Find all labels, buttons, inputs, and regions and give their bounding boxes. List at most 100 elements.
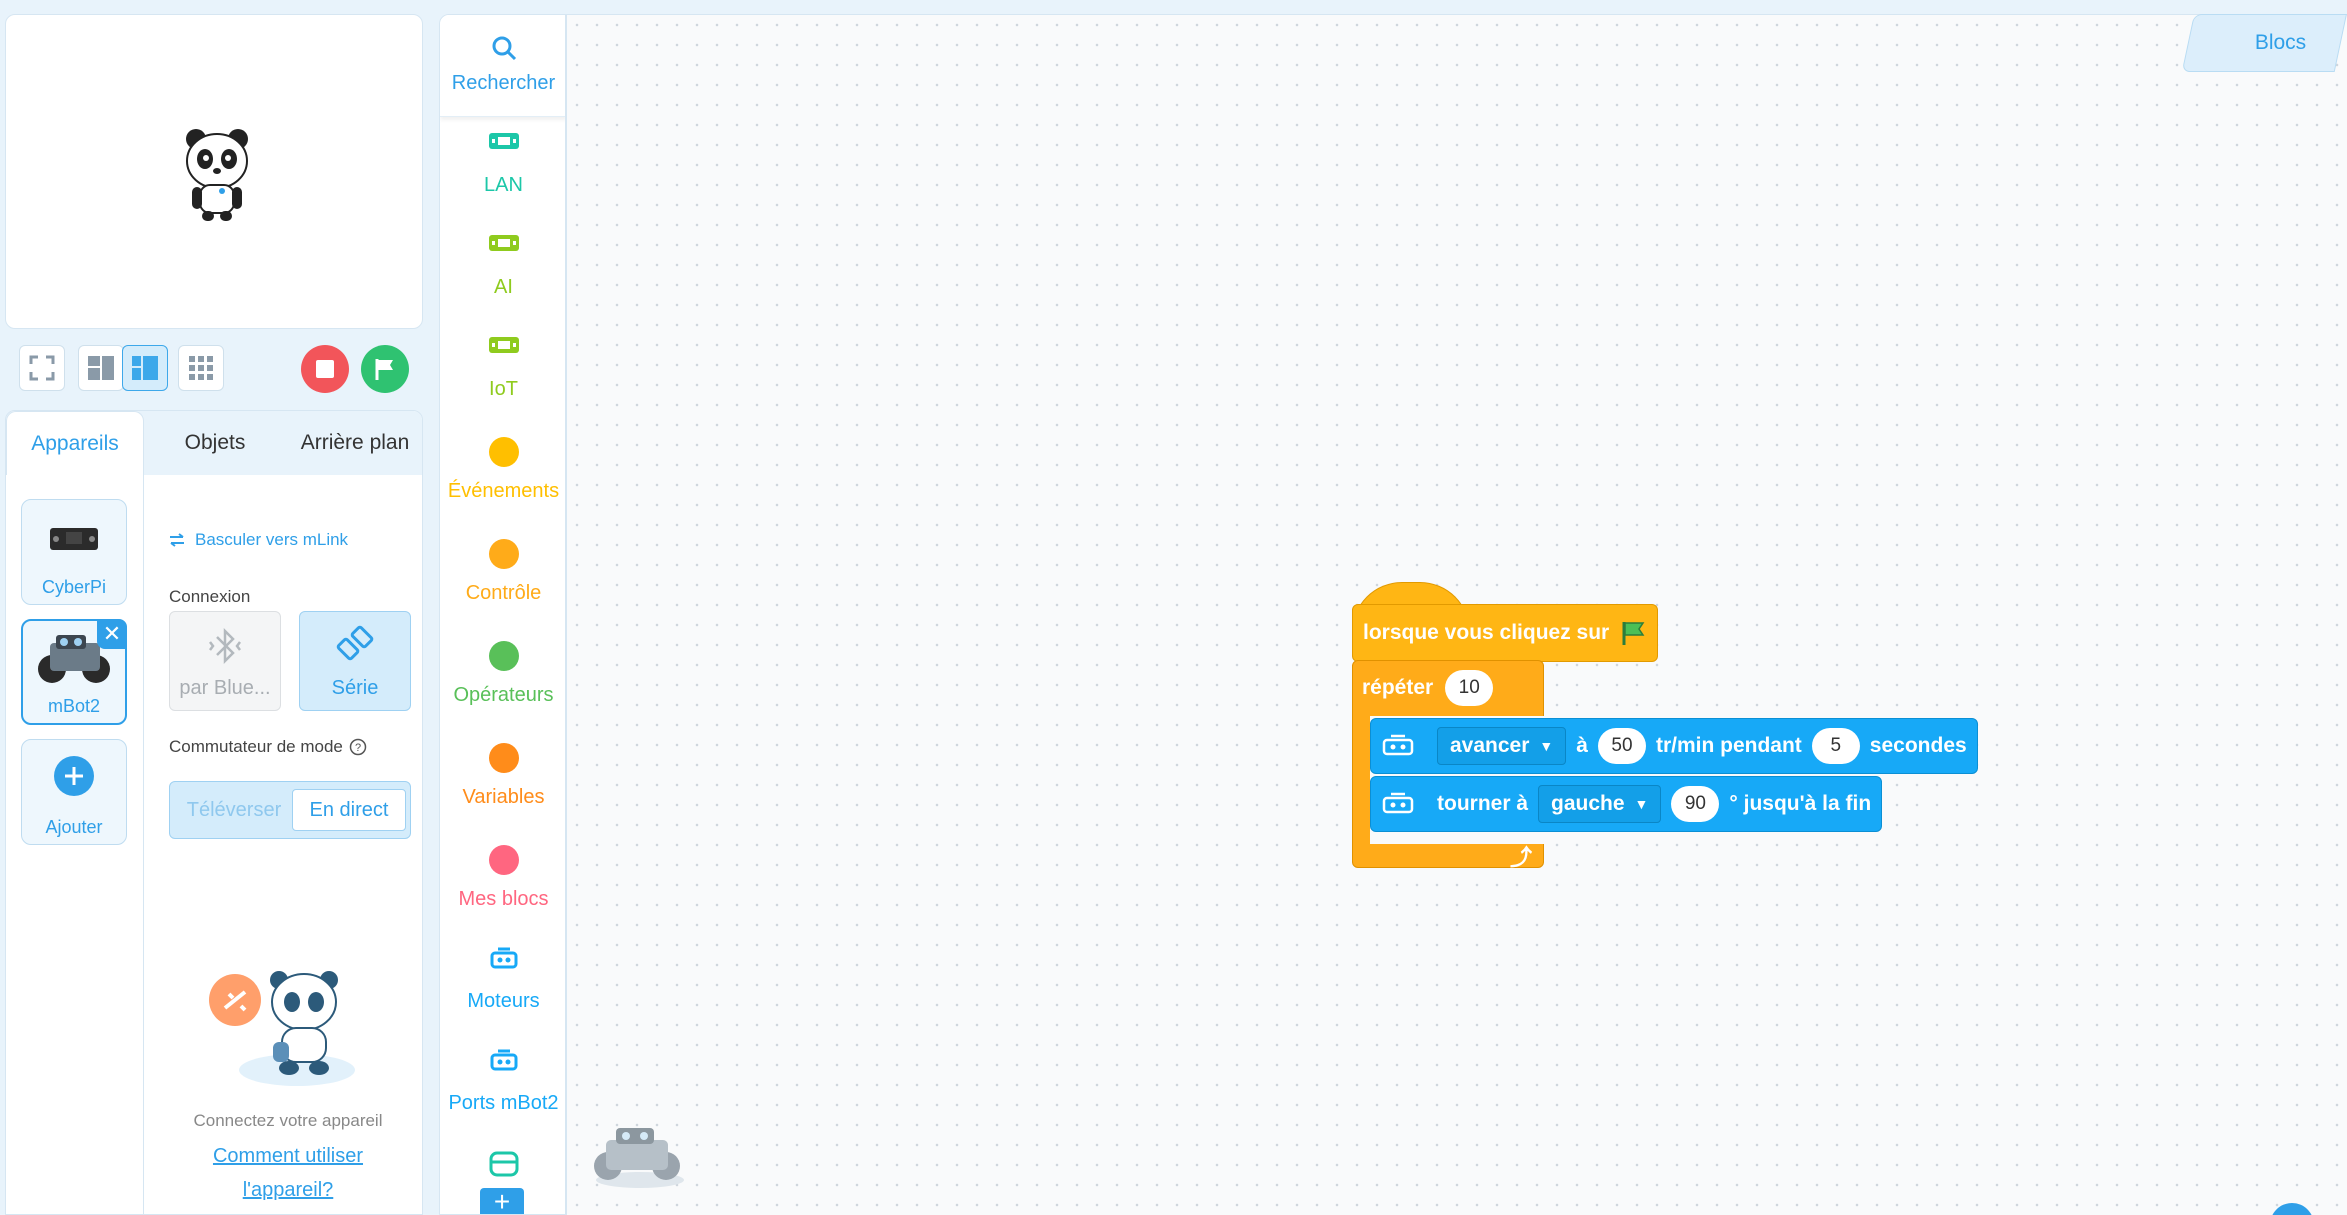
add-extension-button[interactable]: +	[480, 1188, 524, 1214]
serial-label: Série	[331, 677, 379, 699]
green-flag-button[interactable]	[361, 345, 409, 393]
category-motors[interactable]: Moteurs	[440, 933, 565, 1035]
tab-appareils[interactable]: Appareils	[6, 411, 144, 475]
serial-option[interactable]: Série	[299, 611, 411, 711]
layout-grid-icon	[189, 356, 213, 380]
category-mbot2-ports[interactable]: Ports mBot2	[440, 1035, 565, 1137]
switch-mlink-link[interactable]: Basculer vers mLink	[169, 530, 348, 550]
device-info: Basculer vers mLink Connexion par Blue..…	[163, 475, 413, 1214]
category-control[interactable]: Contrôle	[440, 525, 565, 627]
category-ai[interactable]: AI	[440, 219, 565, 321]
category-label: IoT	[489, 378, 518, 400]
howto-line1: Comment utiliser	[212, 1145, 364, 1167]
help-icon[interactable]: ?	[349, 738, 367, 756]
category-label: LAN	[484, 174, 523, 196]
category-label: AI	[494, 276, 513, 298]
switch-mlink-label: Basculer vers mLink	[195, 530, 349, 549]
usb-cable-icon	[336, 625, 374, 661]
layout-grid-button[interactable]	[178, 345, 224, 391]
robot-icon	[1381, 718, 1427, 774]
control-dot-icon	[488, 539, 519, 569]
layout-large-button[interactable]	[122, 345, 168, 391]
ext-lan-icon	[488, 133, 519, 149]
turn-block[interactable]: tourner à gauche ▼ 90 ° jusqu'à la fin	[1370, 776, 1883, 832]
seconds-label: secondes	[1869, 734, 1967, 757]
mbot2-sprite-thumbnail[interactable]	[590, 1120, 690, 1192]
connect-message: Connectez votre appareil	[193, 1111, 383, 1130]
layout-small-icon	[88, 356, 114, 380]
my-blocks-dot-icon	[488, 845, 519, 875]
category-iot[interactable]: IoT	[440, 321, 565, 423]
speed-unit-label: tr/min pendant	[1655, 734, 1802, 757]
category-my-blocks[interactable]: Mes blocs	[440, 831, 565, 933]
remove-device-icon[interactable]: ✕	[97, 619, 127, 649]
when-flag-clicked-block[interactable]: lorsque vous cliquez sur	[1352, 604, 1659, 662]
mode-live[interactable]: En direct	[292, 789, 406, 831]
repeat-count-input[interactable]: 10	[1445, 670, 1494, 706]
category-label: Moteurs	[467, 990, 540, 1012]
device-label: CyberPi	[41, 577, 107, 597]
fullscreen-button[interactable]	[19, 345, 65, 391]
operators-dot-icon	[488, 641, 519, 671]
direction-dropdown[interactable]: avancer ▼	[1437, 727, 1567, 765]
category-label: Variables	[462, 786, 545, 808]
turn-label: tourner à	[1437, 792, 1529, 815]
category-label: Événements	[447, 480, 560, 502]
category-label: Rechercher	[451, 72, 556, 94]
repeat-block[interactable]: répéter 10	[1352, 660, 1503, 716]
ext-ai-icon	[488, 235, 519, 251]
green-flag-icon	[375, 359, 393, 380]
robot-icon	[490, 947, 517, 969]
panel-tabs: Appareils Objets Arrière plan	[6, 411, 422, 475]
ext-iot-icon	[488, 337, 519, 353]
blocs-tab[interactable]: Blocs	[2214, 14, 2347, 72]
device-mbot2[interactable]: ✕ mBot2	[21, 619, 127, 725]
bluetooth-option[interactable]: par Blue...	[169, 611, 281, 711]
layout-large-icon	[132, 356, 158, 380]
repeat-label: répéter	[1362, 676, 1434, 699]
device-add[interactable]: Ajouter	[21, 739, 127, 845]
layout-small-button[interactable]	[78, 345, 124, 391]
stage-toolbar	[19, 344, 419, 396]
mode-title-label: Commutateur de mode	[169, 737, 343, 756]
device-label: mBot2	[47, 696, 101, 716]
turn-direction-dropdown[interactable]: gauche ▼	[1538, 785, 1662, 823]
category-operators[interactable]: Opérateurs	[440, 627, 565, 729]
category-search[interactable]: Rechercher	[440, 15, 565, 117]
direction-value: avancer	[1450, 734, 1530, 757]
howto-line2: l'appareil?	[242, 1179, 334, 1201]
category-events[interactable]: Événements	[440, 423, 565, 525]
category-variables[interactable]: Variables	[440, 729, 565, 831]
loop-arrow-icon: ⤴	[1510, 845, 1533, 870]
turn-direction-value: gauche	[1551, 792, 1625, 815]
category-label: Opérateurs	[453, 684, 554, 706]
howto-link[interactable]: Comment utiliser l'appareil?	[163, 1139, 413, 1207]
speed-input[interactable]: 50	[1597, 728, 1646, 764]
device-cyberpi[interactable]: CyberPi	[21, 499, 127, 605]
device-label: Ajouter	[45, 817, 103, 837]
stage[interactable]	[5, 14, 423, 329]
green-flag-icon	[1622, 622, 1645, 645]
duration-input[interactable]: 5	[1811, 728, 1860, 764]
turn-suffix-label: ° jusqu'à la fin	[1729, 792, 1872, 815]
panda-sprite[interactable]	[182, 127, 252, 223]
stop-button[interactable]	[301, 345, 349, 393]
chevron-down-icon: ▼	[1539, 738, 1554, 754]
category-label: Mes blocs	[458, 888, 549, 910]
mode-switch: Téléverser En direct	[169, 781, 411, 839]
move-block[interactable]: avancer ▼ à 50 tr/min pendant 5 secondes	[1370, 718, 1978, 774]
tab-arriere-plan[interactable]: Arrière plan	[286, 411, 422, 475]
events-dot-icon	[488, 437, 519, 467]
category-label: Contrôle	[465, 582, 542, 604]
cyberpi-icon	[50, 528, 98, 550]
connection-title: Connexion	[169, 587, 251, 606]
tab-objets[interactable]: Objets	[148, 411, 282, 475]
fullscreen-icon	[29, 355, 55, 381]
mode-upload[interactable]: Téléverser	[176, 789, 292, 831]
search-icon	[492, 36, 516, 61]
angle-input[interactable]: 90	[1671, 786, 1720, 822]
panda-plug-illustration	[209, 971, 355, 1086]
move-at-label: à	[1576, 734, 1588, 757]
bluetooth-icon	[209, 627, 241, 665]
category-lan[interactable]: LAN	[440, 117, 565, 219]
